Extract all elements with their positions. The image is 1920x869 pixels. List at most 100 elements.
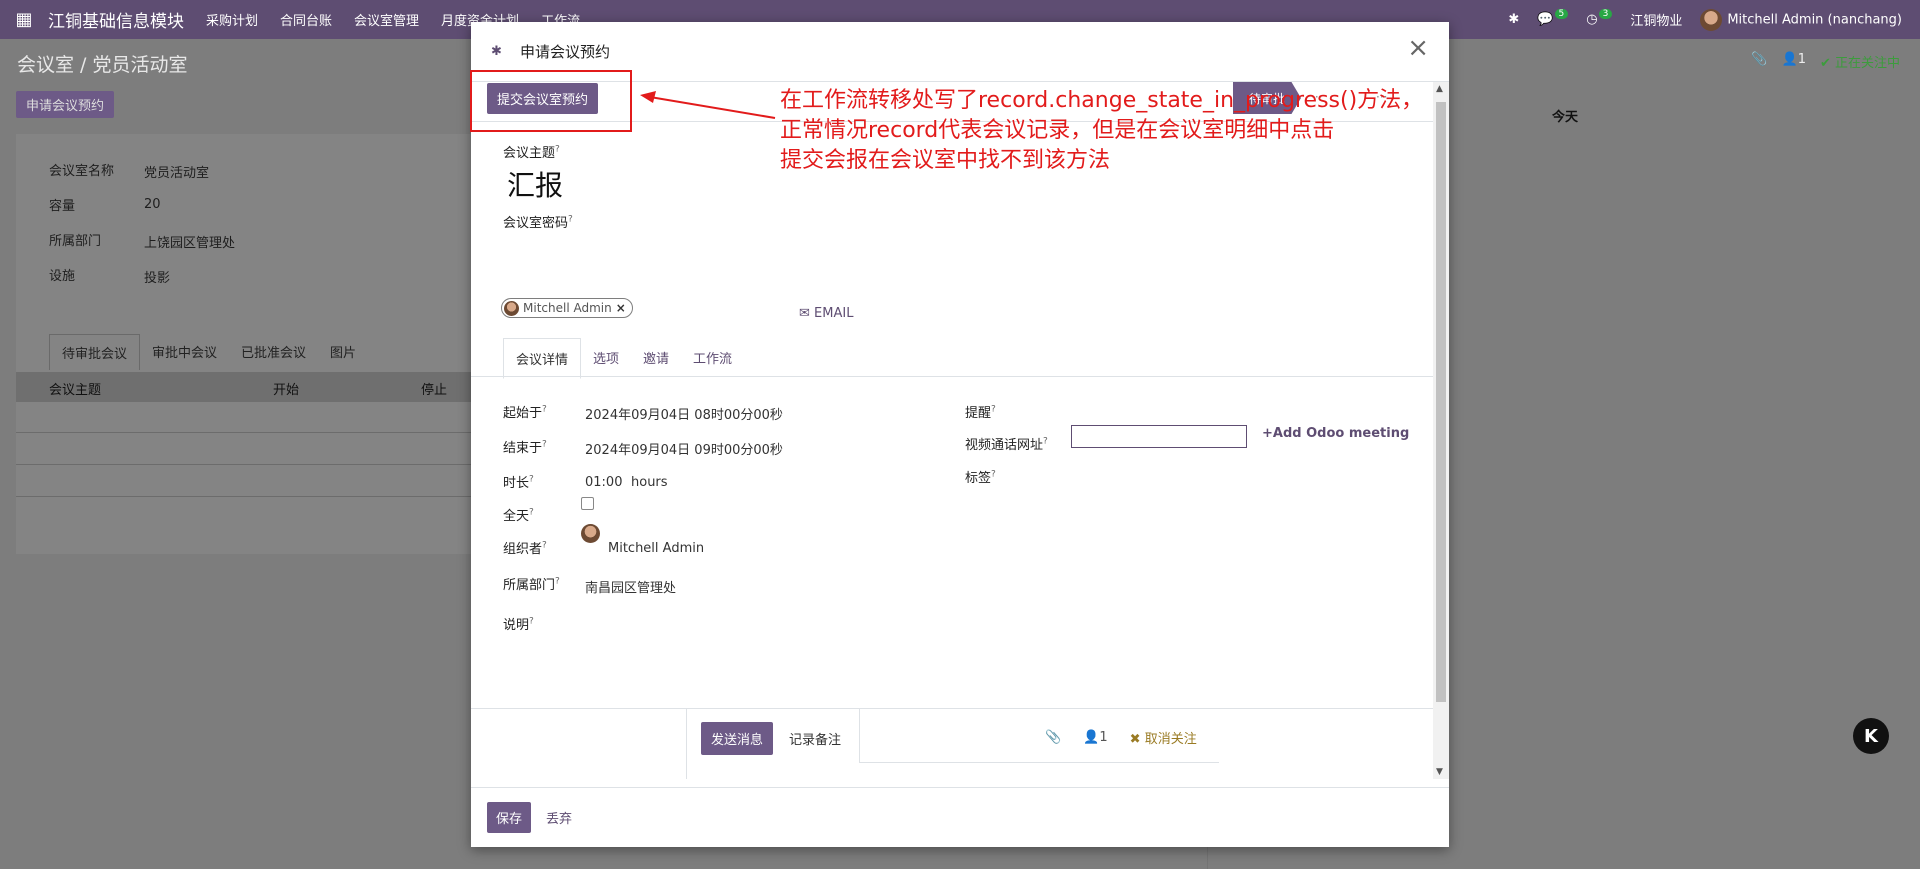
- video-url-input[interactable]: [1071, 425, 1247, 448]
- save-button[interactable]: 保存: [487, 802, 532, 833]
- app-brand[interactable]: 江铜基础信息模块: [48, 7, 184, 32]
- bg-tab: 图片: [330, 346, 357, 361]
- add-odoo-meeting-link[interactable]: +Add Odoo meeting: [1262, 426, 1409, 441]
- dialog-title: 申请会议预约: [520, 43, 611, 61]
- menu-meeting-room[interactable]: 会议室管理: [354, 10, 419, 29]
- paperclip-icon[interactable]: 📎: [1045, 730, 1061, 745]
- description-label: 说明?: [503, 616, 534, 633]
- duration-unit: hours: [631, 475, 668, 490]
- tab-invitations[interactable]: 邀请: [631, 338, 681, 379]
- bg-field-label: 容量: [49, 199, 76, 214]
- stop-label: 结束于?: [503, 439, 547, 456]
- subject-value[interactable]: 汇报: [507, 164, 563, 204]
- scroll-thumb[interactable]: [1436, 102, 1446, 702]
- messages-icon[interactable]: 💬 5: [1537, 9, 1569, 27]
- divider: [471, 376, 1433, 377]
- bg-field-value: 20: [144, 197, 161, 212]
- annotation-line: 提交会报在会议室中找不到该方法: [780, 148, 1111, 173]
- dialog-footer: 保存 丢弃: [471, 787, 1449, 847]
- activity-clock-icon[interactable]: ◷ 3: [1586, 9, 1613, 27]
- annotation-line: 在工作流转移处写了record.change_state_in_progress…: [780, 88, 1424, 113]
- organizer-value[interactable]: Mitchell Admin: [608, 541, 704, 556]
- tags-label: 标签?: [965, 469, 996, 486]
- bug-icon[interactable]: ✱: [1508, 12, 1519, 27]
- bg-field-label: 设施: [49, 269, 76, 284]
- bg-tabs: 待审批会议 审批中会议 已批准会议 图片: [49, 334, 368, 370]
- scrollbar[interactable]: ▲ ▼: [1433, 82, 1449, 779]
- divider: [16, 464, 472, 465]
- bg-col-header: 停止: [421, 383, 448, 398]
- department-label: 所属部门?: [503, 576, 560, 593]
- close-icon[interactable]: ×: [1407, 35, 1429, 61]
- activities-badge: 3: [1598, 9, 1613, 19]
- bg-chatter-tools: 📎 👤1 ✔ 正在关注中: [1751, 52, 1900, 71]
- menu-purchase-plan[interactable]: 采购计划: [206, 10, 258, 29]
- annotation-highlight-box: [470, 70, 632, 132]
- menu-contract-ledger[interactable]: 合同台账: [280, 10, 332, 29]
- bg-col-header: 开始: [273, 383, 300, 398]
- form-tabs: 会议详情 选项 邀请 工作流: [503, 338, 744, 379]
- followers-button[interactable]: 👤1: [1083, 730, 1107, 745]
- attendee-tag[interactable]: Mitchell Admin ×: [501, 298, 633, 318]
- annotation-text: 在工作流转移处写了record.change_state_in_progress…: [780, 86, 1423, 176]
- duration-label: 时长?: [503, 474, 534, 491]
- divider: [471, 708, 1433, 709]
- email-link[interactable]: ✉ EMAIL: [799, 306, 853, 321]
- bg-tab: 已批准会议: [241, 346, 307, 361]
- attendee-avatar: [504, 300, 519, 316]
- tab-options[interactable]: 选项: [581, 338, 631, 379]
- help-floating-icon[interactable]: K: [1853, 718, 1889, 754]
- video-url-label: 视频通话网址?: [965, 436, 1048, 453]
- user-menu[interactable]: Mitchell Admin (nanchang): [1700, 8, 1902, 31]
- tab-workflow[interactable]: 工作流: [681, 338, 744, 379]
- chatter-topbar: 📎 👤1 ✖ 取消关注: [1045, 728, 1219, 747]
- navbar-systray: ✱ 💬 5 ◷ 3 江铜物业 Mitchell Admin (nanchang): [1508, 0, 1920, 39]
- user-name: Mitchell Admin (nanchang): [1727, 12, 1902, 27]
- dialog-body: 提交会议室预约 待审批 ··· ··· 会议主题? 汇报 会议室密码? Mitc…: [471, 82, 1433, 779]
- allday-label: 全天?: [503, 507, 534, 524]
- start-value[interactable]: 2024年09月04日 08时00分00秒: [585, 404, 783, 423]
- bg-field-label: 会议室名称: [49, 164, 115, 179]
- bg-field-value: 党员活动室: [144, 166, 210, 181]
- bg-following-status: ✔ 正在关注中: [1819, 56, 1900, 71]
- bg-field-value: 投影: [144, 271, 171, 286]
- stop-value[interactable]: 2024年09月04日 09时00分00秒: [585, 439, 783, 458]
- tab-meeting-details[interactable]: 会议详情: [503, 338, 582, 379]
- divider: [16, 496, 472, 497]
- bg-col-header: 会议主题: [49, 383, 102, 398]
- department-value[interactable]: 南昌园区管理处: [585, 577, 676, 596]
- envelope-icon: ✉: [799, 306, 810, 321]
- divider: [859, 709, 860, 763]
- subject-label: 会议主题?: [503, 144, 560, 161]
- scroll-down-icon[interactable]: ▼: [1436, 767, 1443, 777]
- bg-today-label: 今天: [1552, 110, 1579, 125]
- attendee-name: Mitchell Admin: [523, 301, 612, 315]
- bg-table-header: 会议主题 开始 停止: [16, 372, 472, 402]
- unfollow-button[interactable]: ✖ 取消关注: [1130, 728, 1197, 747]
- plus-icon: +: [1262, 426, 1273, 441]
- breadcrumb: 会议室 / 党员活动室: [17, 54, 188, 76]
- bg-followers: 👤1: [1781, 52, 1806, 67]
- bg-field-label: 所属部门: [49, 234, 102, 249]
- organizer-label: 组织者?: [503, 540, 547, 557]
- annotation-line: 正常情况record代表会议记录，但是在会议室明细中点击: [780, 118, 1335, 143]
- divider: [16, 432, 472, 433]
- bug-icon: ✱: [491, 44, 502, 59]
- bg-tab: 待审批会议: [49, 334, 141, 370]
- start-label: 起始于?: [503, 404, 547, 421]
- send-message-button[interactable]: 发送消息: [701, 722, 774, 755]
- allday-checkbox[interactable]: [581, 497, 594, 510]
- remove-tag-icon[interactable]: ×: [616, 301, 626, 315]
- password-label: 会议室密码?: [503, 214, 573, 231]
- scroll-up-icon[interactable]: ▲: [1436, 84, 1443, 94]
- company-switcher[interactable]: 江铜物业: [1630, 10, 1682, 29]
- apps-menu-icon[interactable]: ▦: [0, 9, 48, 30]
- paperclip-icon: 📎: [1751, 52, 1768, 67]
- duration-value[interactable]: 01:00: [585, 475, 622, 490]
- reminders-label: 提醒?: [965, 404, 996, 421]
- discard-button[interactable]: 丢弃: [546, 808, 572, 827]
- bg-tab: 审批中会议: [152, 346, 218, 361]
- user-avatar: [1700, 8, 1723, 31]
- organizer-avatar: [581, 524, 600, 543]
- log-note-button[interactable]: 记录备注: [789, 729, 841, 748]
